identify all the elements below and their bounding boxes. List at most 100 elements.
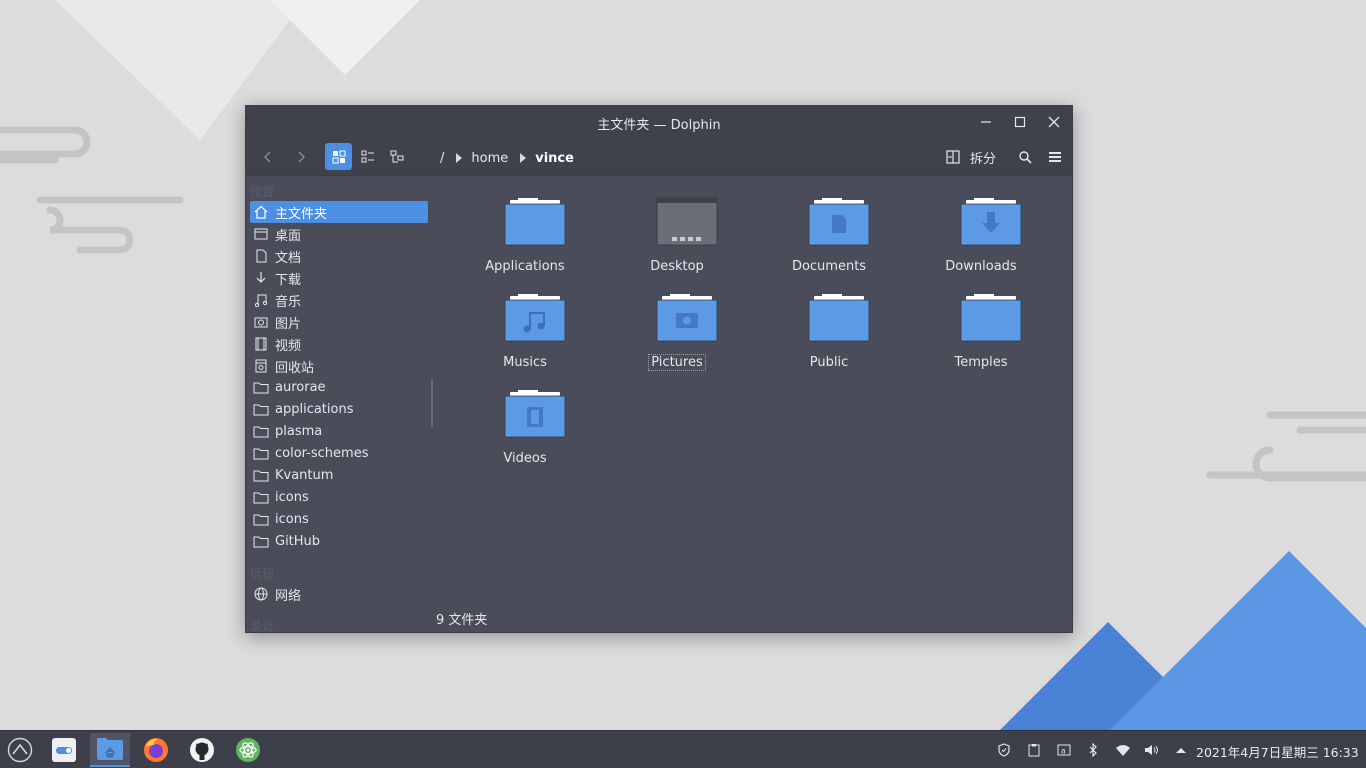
file-item-videos[interactable]: Videos [460,389,590,473]
home-icon [253,204,269,220]
places-item-aurorae[interactable]: aurorae [250,376,428,398]
folder-icon [253,511,269,527]
close-icon [1048,116,1060,128]
documents-folder-icon [808,198,870,246]
places-scrollbar[interactable] [431,379,433,427]
downloads-folder-icon [960,198,1022,246]
minimize-button[interactable] [973,110,999,134]
file-item-public[interactable]: Public [764,293,894,377]
titlebar[interactable]: 主文件夹 — Dolphin [246,106,1072,138]
breadcrumb-root[interactable]: / [436,151,448,166]
places-item-label: 回收站 [275,360,315,376]
file-item-musics[interactable]: Musics [460,293,590,377]
details-view-button[interactable] [383,143,410,170]
breadcrumb-separator-icon [456,153,463,163]
grid-view-icon [332,150,345,163]
split-button[interactable]: 拆分 [946,146,996,168]
tray-volume[interactable] [1142,740,1162,760]
back-button[interactable] [254,143,281,170]
places-item-trash[interactable]: 回收站 [250,355,428,377]
places-item-label: 桌面 [275,228,302,244]
places-item-label: aurorae [275,379,326,395]
task-atom[interactable] [228,733,268,767]
file-item-label: Documents [791,259,867,274]
places-item-github[interactable]: GitHub [250,530,428,552]
breadcrumb-vince[interactable]: vince [531,151,578,166]
places-item-applications[interactable]: applications [250,398,428,420]
places-item-plasma[interactable]: plasma [250,420,428,442]
task-firefox[interactable] [136,733,176,767]
videos-folder-icon [504,390,566,438]
close-button[interactable] [1041,110,1067,134]
tray-keyboard-layout[interactable]: a [1054,740,1074,760]
file-item-downloads[interactable]: Downloads [916,197,1046,281]
file-item-applications[interactable]: Applications [460,197,590,281]
places-item-label: Kvantum [275,467,334,483]
file-item-label: Musics [503,355,547,370]
file-item-desktop[interactable]: Desktop [612,197,742,281]
task-settings[interactable] [44,733,84,767]
places-item-pictures[interactable]: 图片 [250,311,428,333]
compact-view-button[interactable] [354,143,381,170]
places-item-network[interactable]: 网络 [250,583,428,605]
file-item-pictures[interactable]: Pictures [612,293,742,377]
places-item-downloads[interactable]: 下载 [250,267,428,289]
minimize-icon [981,121,991,123]
places-item-label: 主文件夹 [275,206,328,222]
tray-wifi[interactable] [1113,740,1133,760]
search-icon [1018,150,1032,164]
places-panel: 位置 主文件夹 桌面 文档 下载 音乐 图片 视频 回收站 aurorae ap… [246,177,436,633]
places-item-label: plasma [275,423,323,439]
tray-clipboard[interactable] [1024,740,1044,760]
places-item-videos[interactable]: 视频 [250,333,428,355]
download-icon [253,270,269,286]
file-item-label: Public [809,355,849,370]
places-item-music[interactable]: 音乐 [250,289,428,311]
file-item-label: Videos [503,451,547,466]
tray-vault[interactable] [994,740,1014,760]
places-item-icons-2[interactable]: icons [250,508,428,530]
breadcrumb-home[interactable]: home [467,151,512,166]
task-dolphin[interactable] [90,733,130,767]
places-item-label: icons [275,489,309,505]
task-github[interactable] [182,733,222,767]
tray-expand[interactable] [1171,740,1191,760]
chevron-left-icon [263,151,270,162]
application-launcher-button[interactable] [0,733,40,767]
launcher-icon [7,737,33,763]
wifi-icon [1116,745,1130,756]
tray-bluetooth[interactable] [1083,740,1103,760]
file-item-temples[interactable]: Temples [916,293,1046,377]
network-icon [253,586,269,602]
folder-icon [960,294,1022,342]
shield-icon [998,743,1010,757]
clock[interactable]: 2021年4月7日星期三 16:33 [1196,742,1359,761]
film-icon [253,336,269,352]
places-item-kvantum[interactable]: Kvantum [250,464,428,486]
hamburger-icon [1048,151,1061,162]
keyboard-layout-icon: a [1057,744,1071,756]
places-item-desktop[interactable]: 桌面 [250,223,428,245]
places-section-header: 位置 [250,185,275,199]
chevron-right-icon [298,151,305,162]
bluetooth-icon [1089,743,1097,757]
places-item-label: color-schemes [275,445,369,461]
folder-icon [253,445,269,461]
firefox-icon [144,738,168,762]
camera-icon [253,314,269,330]
breadcrumb-separator-icon [520,153,527,163]
search-button[interactable] [1011,143,1038,170]
places-item-home[interactable]: 主文件夹 [250,201,428,223]
github-icon [190,738,214,762]
places-item-icons[interactable]: icons [250,486,428,508]
breadcrumb: / home vince [436,148,578,168]
hamburger-menu-button[interactable] [1041,143,1068,170]
file-item-documents[interactable]: Documents [764,197,894,281]
places-item-label: 网络 [275,588,302,604]
places-item-documents[interactable]: 文档 [250,245,428,267]
places-item-color-schemes[interactable]: color-schemes [250,442,428,464]
folder-icon [253,423,269,439]
maximize-button[interactable] [1007,110,1033,134]
forward-button[interactable] [287,143,314,170]
icons-view-button[interactable] [325,143,352,170]
